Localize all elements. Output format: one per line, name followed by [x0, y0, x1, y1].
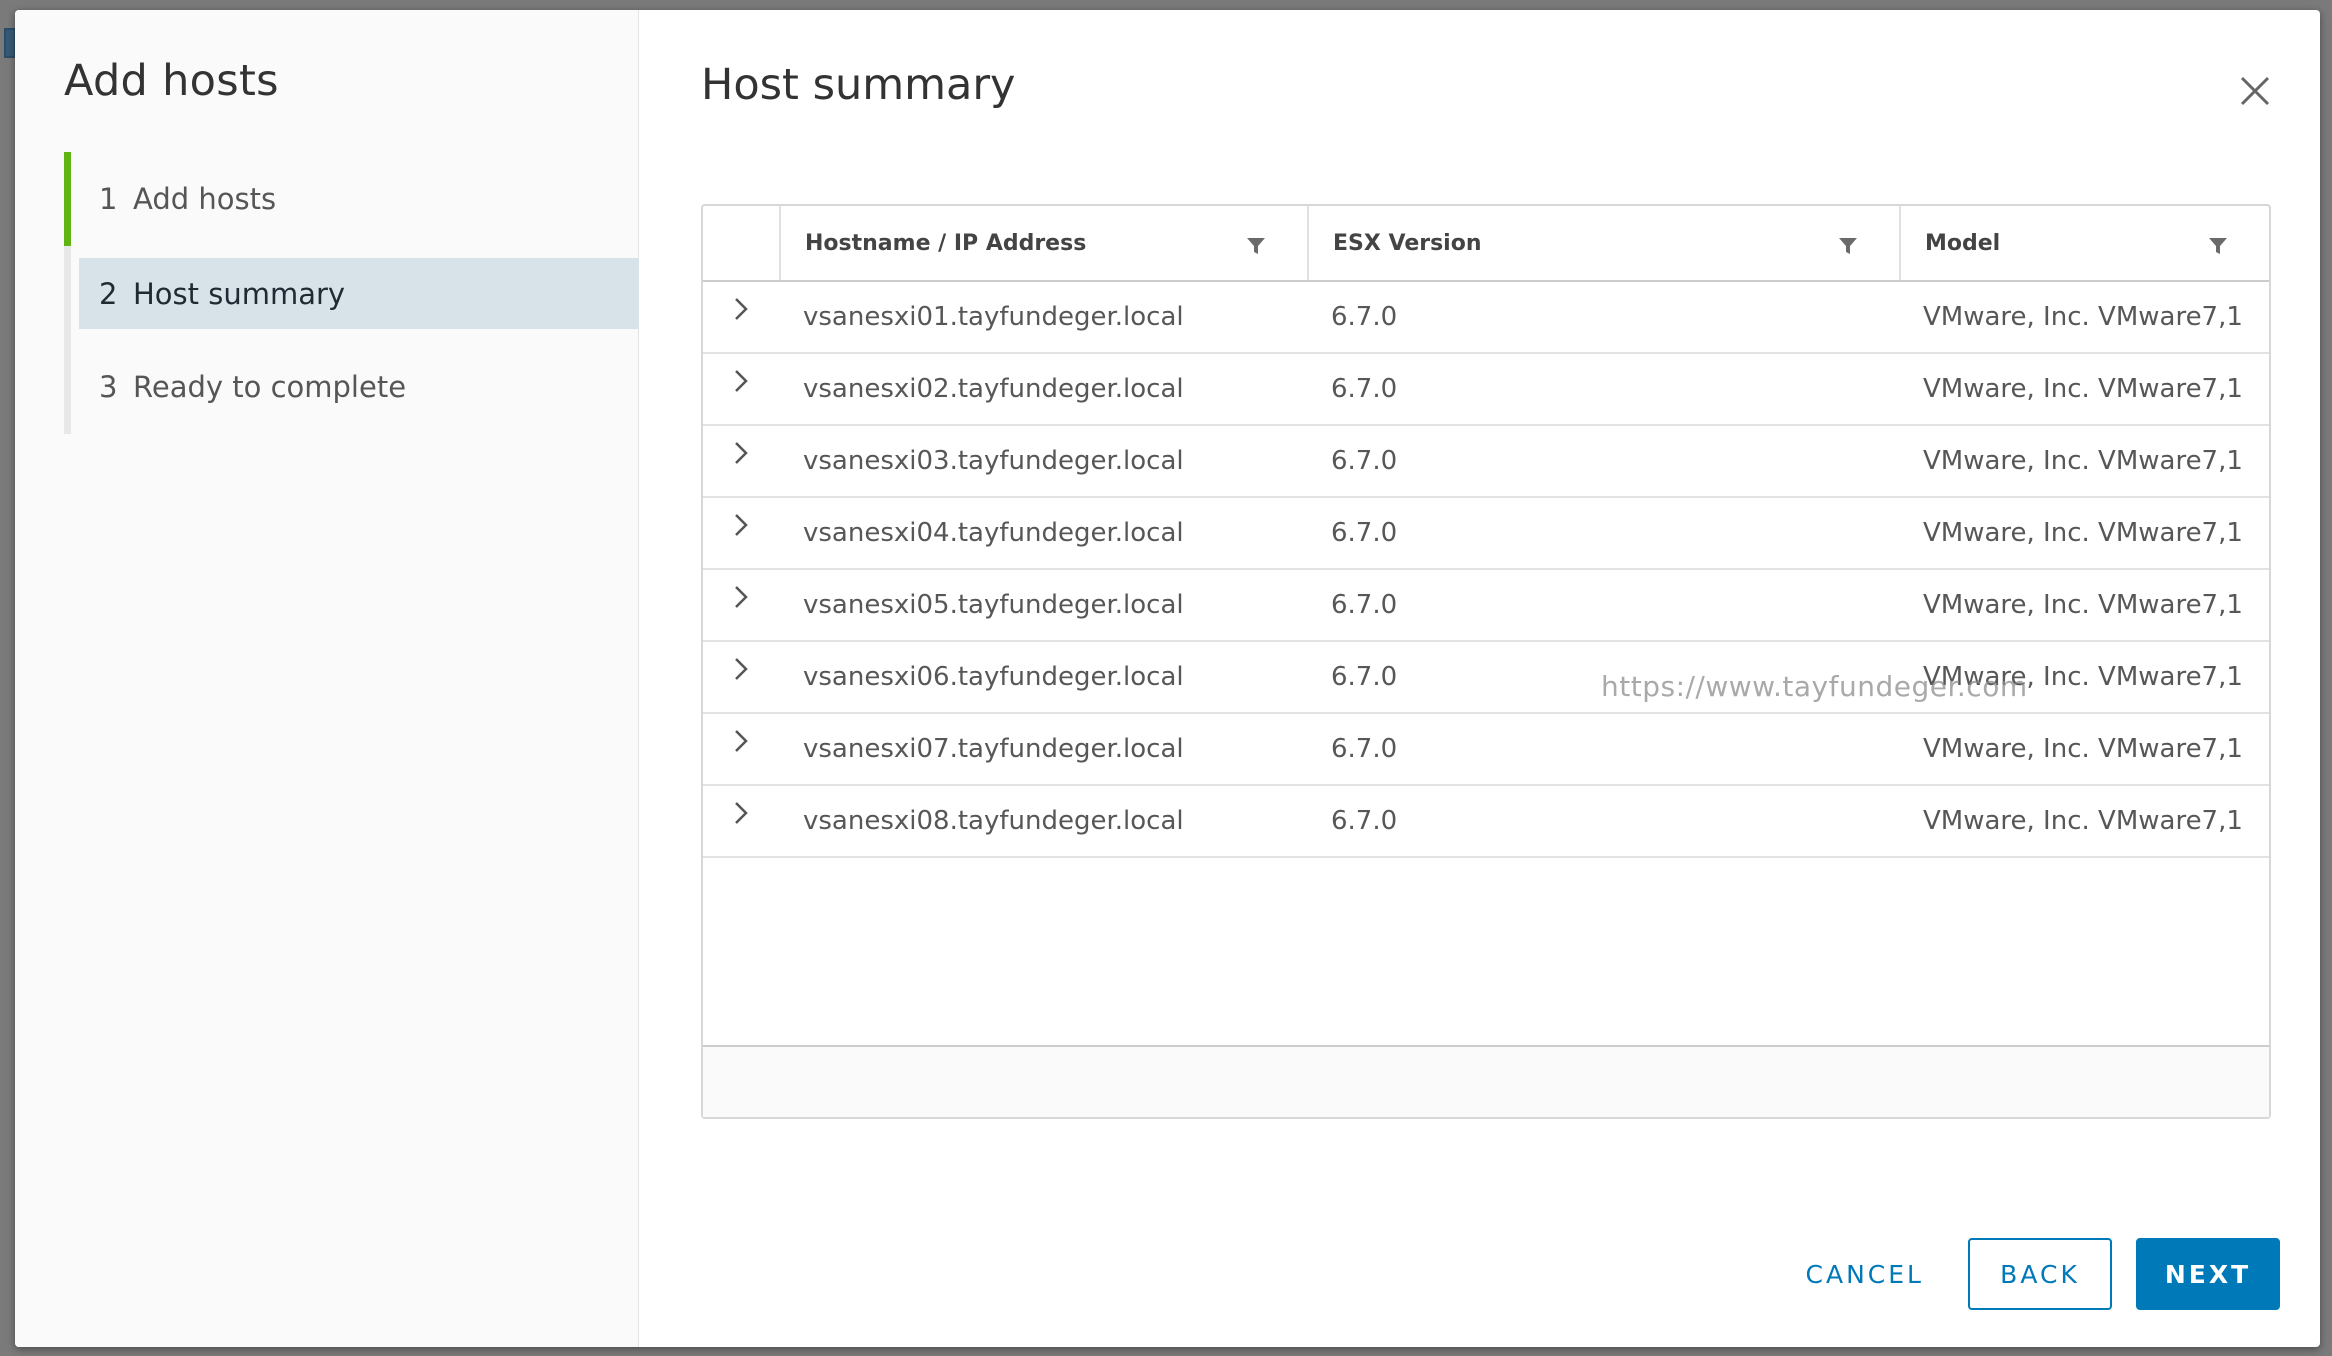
column-header-hostname[interactable]: Hostname / IP Address	[779, 206, 1307, 280]
column-header-esx-version[interactable]: ESX Version	[1307, 206, 1899, 280]
chevron-right-icon	[735, 514, 748, 536]
close-icon	[2240, 76, 2270, 106]
row-expander[interactable]	[703, 498, 779, 568]
next-button[interactable]: NEXT	[2136, 1238, 2280, 1310]
wizard-steps: 1 Add hosts 2 Host summary 3 Ready to co…	[64, 152, 639, 434]
model-cell: VMware, Inc. VMware7,1	[1923, 374, 2243, 404]
model-cell: VMware, Inc. VMware7,1	[1923, 806, 2243, 836]
wizard-sidebar: Add hosts 1 Add hosts 2 Host summary 3 R…	[15, 10, 639, 1347]
grid-body: vsanesxi01.tayfundeger.local 6.7.0 VMwar…	[703, 282, 2269, 858]
esx-version-cell: 6.7.0	[1331, 590, 1398, 620]
model-cell: VMware, Inc. VMware7,1	[1923, 446, 2243, 476]
column-header-label: Hostname / IP Address	[805, 230, 1087, 256]
table-row[interactable]: vsanesxi03.tayfundeger.local 6.7.0 VMwar…	[703, 426, 2269, 498]
hostname-cell: vsanesxi01.tayfundeger.local	[803, 302, 1184, 332]
row-expander[interactable]	[703, 354, 779, 424]
wizard-title: Add hosts	[64, 56, 279, 106]
watermark: https://www.tayfundeger.com	[1601, 670, 2028, 703]
row-expander[interactable]	[703, 714, 779, 784]
table-row[interactable]: vsanesxi02.tayfundeger.local 6.7.0 VMwar…	[703, 354, 2269, 426]
model-cell: VMware, Inc. VMware7,1	[1923, 518, 2243, 548]
chevron-right-icon	[735, 442, 748, 464]
model-cell: VMware, Inc. VMware7,1	[1923, 734, 2243, 764]
chevron-right-icon	[735, 298, 748, 320]
esx-version-cell: 6.7.0	[1331, 446, 1398, 476]
row-expander[interactable]	[703, 786, 779, 856]
column-header-label: Model	[1925, 230, 2001, 256]
step-add-hosts[interactable]: 1 Add hosts	[64, 152, 639, 246]
table-row[interactable]: vsanesxi05.tayfundeger.local 6.7.0 VMwar…	[703, 570, 2269, 642]
hostname-cell: vsanesxi06.tayfundeger.local	[803, 662, 1184, 692]
grid-header: Hostname / IP Address ESX Version Model	[703, 206, 2269, 282]
step-number: 2	[99, 276, 118, 311]
wizard-footer-buttons: CANCEL BACK NEXT	[1786, 1238, 2280, 1310]
table-row[interactable]: vsanesxi07.tayfundeger.local 6.7.0 VMwar…	[703, 714, 2269, 786]
host-summary-grid: Hostname / IP Address ESX Version Model	[701, 204, 2271, 1119]
wizard-content: Host summary Hostname / IP Address ESX V…	[639, 10, 2320, 1347]
model-cell: VMware, Inc. VMware7,1	[1923, 590, 2243, 620]
hostname-cell: vsanesxi02.tayfundeger.local	[803, 374, 1184, 404]
expander-column-header	[703, 206, 779, 280]
table-row[interactable]: vsanesxi08.tayfundeger.local 6.7.0 VMwar…	[703, 786, 2269, 858]
grid-footer	[703, 1045, 2269, 1117]
table-row[interactable]: vsanesxi04.tayfundeger.local 6.7.0 VMwar…	[703, 498, 2269, 570]
step-number: 3	[99, 370, 118, 404]
step-ready-to-complete[interactable]: 3 Ready to complete	[71, 340, 639, 434]
step-number: 1	[99, 182, 118, 216]
chevron-right-icon	[735, 730, 748, 752]
chevron-right-icon	[735, 370, 748, 392]
step-label: Host summary	[133, 276, 346, 311]
close-button[interactable]	[2230, 66, 2280, 116]
page-title: Host summary	[701, 60, 1016, 110]
column-header-model[interactable]: Model	[1899, 206, 2269, 280]
filter-icon[interactable]	[2207, 236, 2229, 256]
esx-version-cell: 6.7.0	[1331, 518, 1398, 548]
back-button[interactable]: BACK	[1968, 1238, 2112, 1310]
chevron-right-icon	[735, 802, 748, 824]
chevron-right-icon	[735, 658, 748, 680]
step-label: Add hosts	[133, 182, 277, 216]
hostname-cell: vsanesxi03.tayfundeger.local	[803, 446, 1184, 476]
row-expander[interactable]	[703, 642, 779, 712]
add-hosts-wizard-modal: Add hosts 1 Add hosts 2 Host summary 3 R…	[15, 10, 2320, 1347]
step-label: Ready to complete	[133, 370, 407, 404]
column-header-label: ESX Version	[1333, 230, 1482, 256]
row-expander[interactable]	[703, 570, 779, 640]
filter-icon[interactable]	[1837, 236, 1859, 256]
table-row[interactable]: vsanesxi06.tayfundeger.local 6.7.0 VMwar…	[703, 642, 2269, 714]
chevron-right-icon	[735, 586, 748, 608]
table-row[interactable]: vsanesxi01.tayfundeger.local 6.7.0 VMwar…	[703, 282, 2269, 354]
step-host-summary[interactable]: 2 Host summary	[79, 258, 639, 329]
hostname-cell: vsanesxi05.tayfundeger.local	[803, 590, 1184, 620]
hostname-cell: vsanesxi07.tayfundeger.local	[803, 734, 1184, 764]
hostname-cell: vsanesxi04.tayfundeger.local	[803, 518, 1184, 548]
row-expander[interactable]	[703, 426, 779, 496]
esx-version-cell: 6.7.0	[1331, 374, 1398, 404]
filter-icon[interactable]	[1245, 236, 1267, 256]
cancel-button[interactable]: CANCEL	[1786, 1238, 1944, 1310]
esx-version-cell: 6.7.0	[1331, 734, 1398, 764]
hostname-cell: vsanesxi08.tayfundeger.local	[803, 806, 1184, 836]
model-cell: VMware, Inc. VMware7,1	[1923, 302, 2243, 332]
row-expander[interactable]	[703, 282, 779, 352]
esx-version-cell: 6.7.0	[1331, 302, 1398, 332]
esx-version-cell: 6.7.0	[1331, 806, 1398, 836]
